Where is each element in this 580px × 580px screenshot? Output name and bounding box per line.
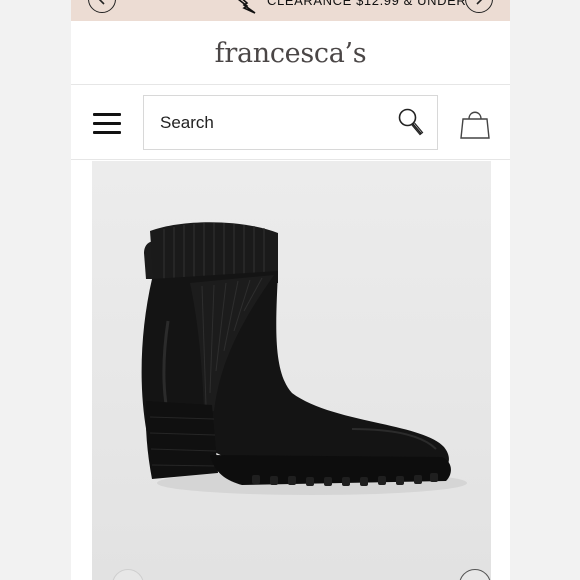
hamburger-menu-icon [93, 113, 121, 116]
chevron-left-icon [98, 0, 105, 5]
promo-text[interactable]: CLEARANCE $12.99 & UNDER [267, 0, 466, 8]
lightning-icon [237, 0, 256, 14]
promo-banner[interactable]: CLEARANCE $12.99 & UNDER [71, 0, 510, 21]
header-nav [71, 85, 510, 160]
logo-bar: francesca’s [71, 21, 510, 85]
promo-next-button[interactable] [465, 0, 493, 13]
promo-prev-button[interactable] [88, 0, 116, 13]
search-input[interactable] [160, 110, 380, 136]
brand-logo[interactable]: francesca’s [215, 38, 367, 69]
menu-button[interactable] [93, 112, 121, 134]
mobile-page: CLEARANCE $12.99 & UNDER francesca’s [71, 0, 510, 580]
magnifier-icon[interactable] [397, 107, 425, 137]
hamburger-menu-icon [93, 122, 121, 125]
search-box[interactable] [143, 95, 438, 150]
product-image[interactable] [92, 161, 491, 580]
black-chelsea-ankle-boot [141, 222, 467, 495]
hamburger-menu-icon [93, 131, 121, 134]
shopping-bag-icon[interactable] [459, 107, 491, 139]
chevron-right-icon [476, 0, 483, 5]
